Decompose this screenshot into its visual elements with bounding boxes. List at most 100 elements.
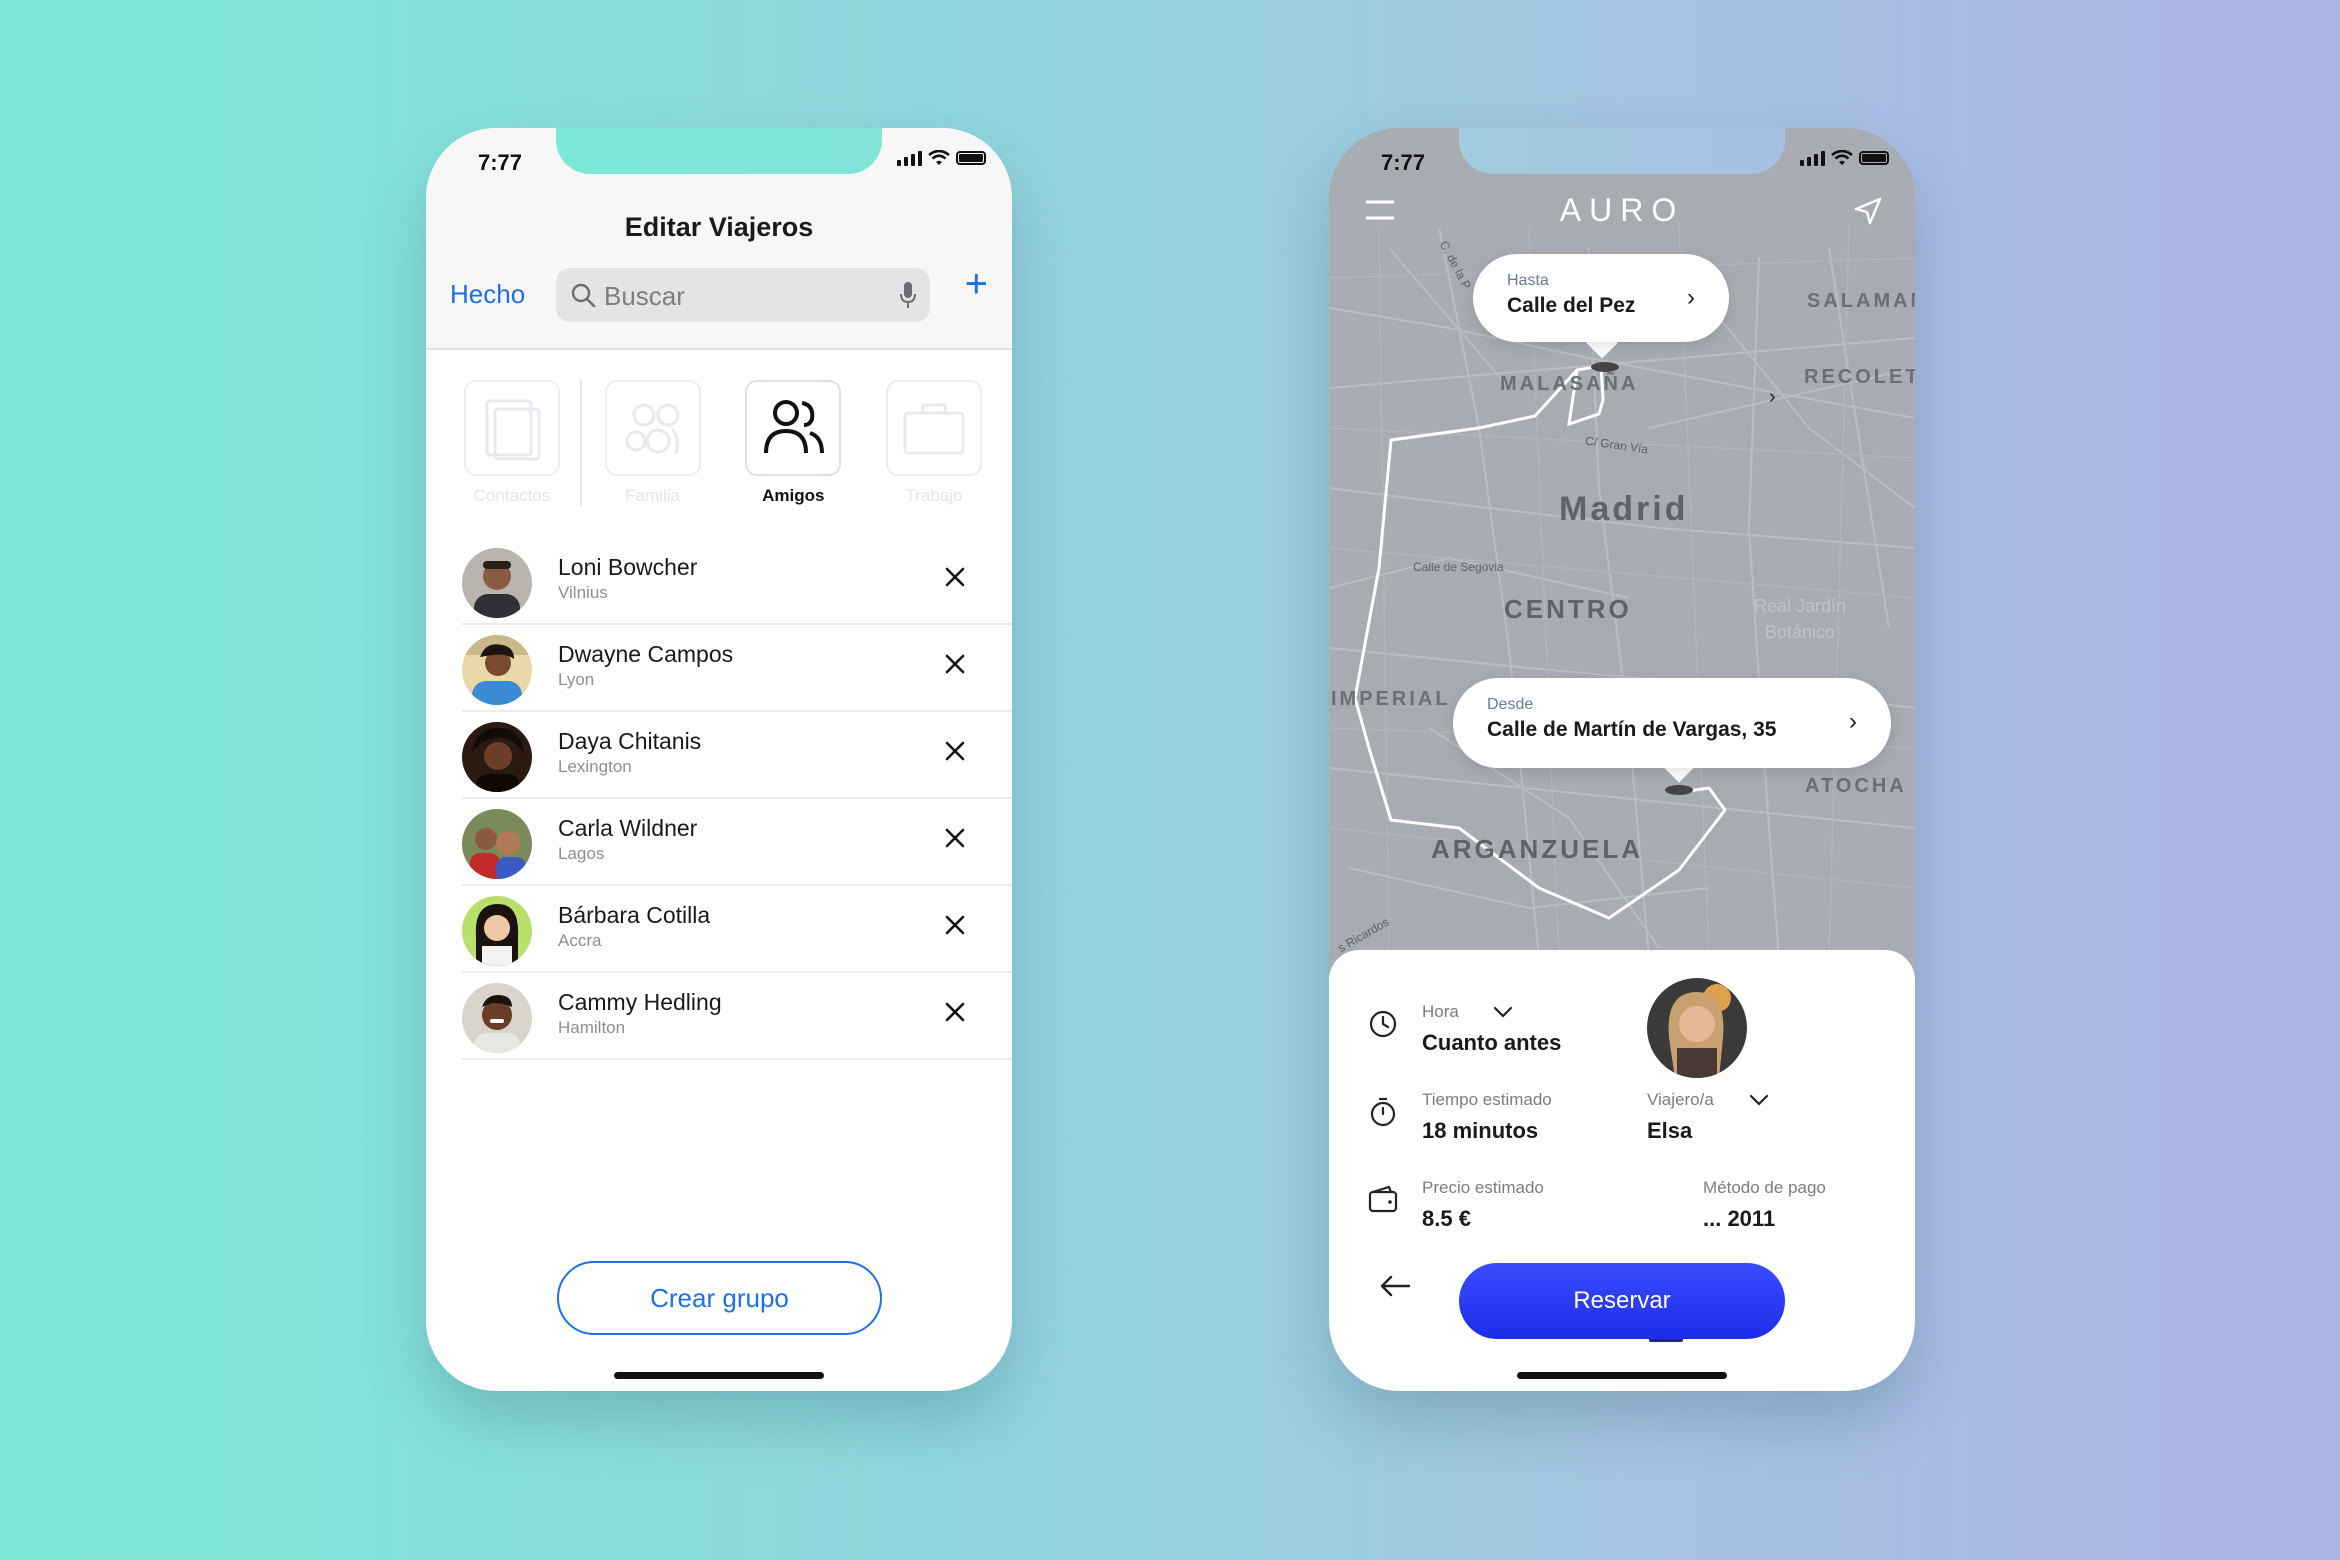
price-value: 8.5 € <box>1422 1206 1471 1231</box>
search-icon <box>571 283 596 308</box>
signal-icon <box>1800 150 1825 166</box>
status-time: 7:77 <box>1381 150 1426 175</box>
avatar <box>462 983 532 1053</box>
category-tabs: Contactos Familia Amigos Trabajo <box>464 380 982 512</box>
microphone-icon[interactable] <box>898 280 918 310</box>
list-item[interactable]: Bárbara Cotilla Accra <box>462 886 1012 973</box>
close-icon[interactable] <box>942 999 968 1025</box>
origin-bubble[interactable]: Desde Calle de Martín de Vargas, 35 › <box>1453 678 1891 768</box>
map-chevron: › <box>1769 386 1776 408</box>
close-icon[interactable] <box>942 564 968 590</box>
friends-icon <box>764 400 825 454</box>
contact-city: Vilnius <box>558 583 608 602</box>
category-divider <box>580 380 582 506</box>
origin-label: Desde <box>1487 696 1534 713</box>
origin-value: Calle de Martín de Vargas, 35 <box>1487 718 1777 741</box>
map-label-recoletos: RECOLET <box>1804 366 1915 388</box>
ride-booking-screen: 7:77 AURO MALASAÑA Madrid CENTRO IMPERIA… <box>1329 128 1915 1391</box>
close-icon[interactable] <box>942 912 968 938</box>
wifi-icon <box>928 150 950 165</box>
copy-icon <box>485 399 541 461</box>
contact-name: Cammy Hedling <box>558 989 722 1015</box>
traveler-value: Elsa <box>1647 1118 1693 1143</box>
group-icon <box>625 403 680 454</box>
duration-value: 18 minutos <box>1422 1118 1539 1143</box>
chevron-down-icon[interactable] <box>1493 1006 1513 1018</box>
chevron-right-icon: › <box>1849 708 1857 735</box>
tab-contacts[interactable]: Contactos <box>464 380 560 512</box>
contact-name: Bárbara Cotilla <box>558 902 711 928</box>
destination-label: Hasta <box>1507 272 1549 289</box>
list-item[interactable]: Cammy Hedling Hamilton <box>462 973 1012 1060</box>
tab-label: Familia <box>625 486 681 505</box>
status-bar: 7:77 <box>1329 128 1915 198</box>
time-value: Cuanto antes <box>1422 1030 1562 1055</box>
close-icon[interactable] <box>942 738 968 764</box>
status-time: 7:77 <box>478 150 523 175</box>
book-button[interactable]: Reservar <box>1459 1263 1785 1339</box>
tab-label: Contactos <box>473 486 551 505</box>
tab-family[interactable]: Familia <box>604 380 701 512</box>
home-indicator <box>614 1372 824 1379</box>
time-label: Hora <box>1422 1002 1459 1021</box>
add-button[interactable]: + <box>965 264 988 304</box>
battery-icon <box>1859 151 1889 165</box>
map-label-arganzuela: ARGANZUELA <box>1431 834 1643 864</box>
contact-city: Lyon <box>558 670 595 689</box>
signal-icon <box>897 150 922 166</box>
search-input[interactable]: Buscar <box>556 268 930 322</box>
stopwatch-icon <box>1370 1097 1396 1127</box>
list-item[interactable]: Loni Bowcher Vilnius <box>462 538 1012 625</box>
map-label-centro: CENTRO <box>1504 594 1632 624</box>
contact-name: Carla Wildner <box>558 815 698 841</box>
map-label-atocha: ATOCHA <box>1805 775 1907 797</box>
destination-bubble[interactable]: Hasta Calle del Pez › <box>1473 254 1729 342</box>
close-icon[interactable] <box>942 651 968 677</box>
map-label-segovia: Calle de Segovia <box>1413 560 1504 574</box>
wallet-icon <box>1368 1185 1398 1213</box>
briefcase-icon <box>903 403 965 455</box>
destination-pin <box>1591 362 1619 372</box>
traveler-label: Viajero/a <box>1647 1090 1714 1109</box>
list-item[interactable]: Dwayne Campos Lyon <box>462 625 1012 712</box>
contact-name: Daya Chitanis <box>558 728 702 754</box>
home-indicator <box>1517 1372 1727 1379</box>
tab-work[interactable]: Trabajo <box>885 380 982 512</box>
avatar <box>462 635 532 705</box>
contact-city: Accra <box>558 931 602 950</box>
map-label-imperial: IMPERIAL <box>1331 688 1451 710</box>
price-label: Precio estimado <box>1422 1178 1544 1197</box>
page-title: Editar Viajeros <box>624 212 814 242</box>
payment-value: ... 2011 <box>1703 1206 1776 1231</box>
done-button[interactable]: Hecho <box>450 279 525 310</box>
clock-icon <box>1369 1010 1397 1038</box>
tab-label: Trabajo <box>905 486 963 505</box>
contact-city: Lagos <box>558 844 605 863</box>
create-group-button[interactable]: Crear grupo <box>557 1261 882 1335</box>
contact-city: Lexington <box>558 757 632 776</box>
status-bar: 7:77 <box>426 128 1012 198</box>
avatar <box>462 722 532 792</box>
contact-list: Loni Bowcher Vilnius Dwayne Campos Lyon … <box>462 538 1012 1060</box>
duration-label: Tiempo estimado <box>1422 1090 1552 1109</box>
close-icon[interactable] <box>942 825 968 851</box>
origin-pin <box>1665 785 1693 795</box>
tab-friends[interactable]: Amigos <box>745 380 842 512</box>
traveler-avatar <box>1647 978 1747 1078</box>
contact-name: Dwayne Campos <box>558 641 734 667</box>
destination-value: Calle del Pez <box>1507 294 1636 317</box>
map-label-real-jardin: Real Jardín <box>1754 596 1847 616</box>
avatar <box>462 809 532 879</box>
map-label-madrid: Madrid <box>1559 490 1689 528</box>
contact-name: Loni Bowcher <box>558 554 698 580</box>
navigation-icon[interactable] <box>1853 196 1883 226</box>
chevron-down-icon[interactable] <box>1749 1094 1769 1106</box>
payment-label: Método de pago <box>1703 1178 1826 1197</box>
battery-icon <box>956 151 986 165</box>
avatar <box>462 548 532 618</box>
back-arrow-icon[interactable] <box>1379 1274 1411 1298</box>
contact-city: Hamilton <box>558 1018 626 1037</box>
avatar <box>462 896 532 966</box>
list-item[interactable]: Carla Wildner Lagos <box>462 799 1012 886</box>
list-item[interactable]: Daya Chitanis Lexington <box>462 712 1012 799</box>
